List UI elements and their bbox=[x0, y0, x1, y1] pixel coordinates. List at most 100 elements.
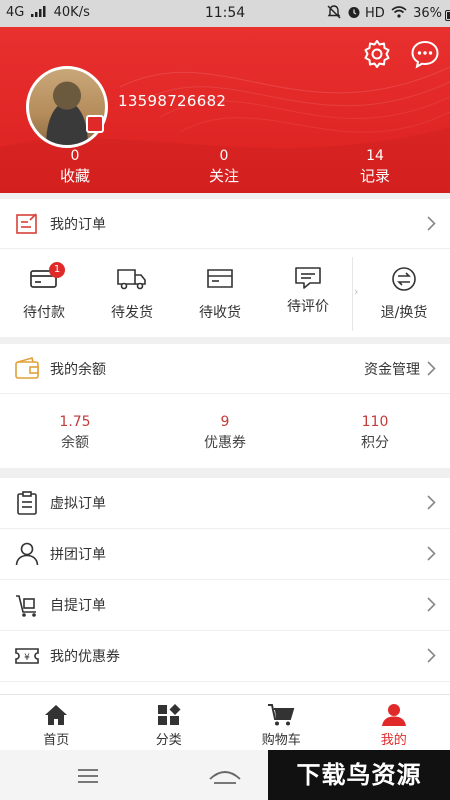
tab-label: 购物车 bbox=[261, 733, 301, 748]
message-icon[interactable] bbox=[410, 39, 440, 69]
menu-item-virtual-orders[interactable]: 虚拟订单 bbox=[0, 478, 450, 529]
stat-value: 14 bbox=[366, 148, 384, 164]
menu-item-group-orders[interactable]: 拼团订单 bbox=[0, 529, 450, 580]
chevron-right-icon bbox=[427, 495, 436, 510]
order-edit-icon bbox=[16, 213, 37, 234]
network-speed: 40K/s bbox=[53, 5, 90, 20]
clipboard-icon bbox=[17, 491, 37, 515]
pickup-cart-icon bbox=[16, 595, 36, 617]
my-balance-row[interactable]: 我的余额 资金管理 bbox=[0, 344, 450, 394]
order-status-label: 退/换货 bbox=[380, 305, 428, 321]
order-pending-shipment[interactable]: 待发货 bbox=[88, 249, 176, 337]
my-orders-row[interactable]: 我的订单 bbox=[0, 199, 450, 249]
battery-icon bbox=[445, 10, 450, 21]
tab-label: 分类 bbox=[155, 733, 182, 748]
truck-icon bbox=[117, 269, 146, 290]
order-status-label: 待评价 bbox=[287, 299, 329, 315]
coupon-count[interactable]: 9 优惠券 bbox=[150, 394, 300, 468]
menu-label: 自提订单 bbox=[50, 598, 106, 614]
chevron-right-icon bbox=[427, 216, 436, 231]
menu-label: 我的优惠券 bbox=[50, 649, 120, 665]
coupon-label: 优惠券 bbox=[204, 435, 246, 451]
tab-home[interactable]: 首页 bbox=[0, 695, 113, 750]
chevron-right-icon bbox=[427, 546, 436, 561]
stat-label: 记录 bbox=[359, 167, 390, 185]
user-phone: 13598726682 bbox=[118, 92, 227, 110]
clock: 11:54 bbox=[204, 5, 246, 21]
tab-label: 我的 bbox=[380, 733, 407, 748]
wallet-section: 我的余额 资金管理 1.75 余额 9 优惠券 110 积分 bbox=[0, 344, 450, 468]
hd-label: HD bbox=[365, 6, 385, 21]
tab-profile[interactable]: 我的 bbox=[338, 695, 450, 750]
stat-value: 0 bbox=[70, 148, 80, 164]
status-bar: 4G 40K/s 11:54 HD 36% bbox=[0, 0, 450, 27]
my-orders-label: 我的订单 bbox=[50, 217, 106, 233]
network-label: 4G bbox=[6, 5, 25, 20]
comment-icon bbox=[295, 267, 321, 289]
order-status-label: 待收货 bbox=[199, 305, 241, 321]
menu-list: 虚拟订单 拼团订单 自提订单 ¥ 我的优惠券 bbox=[0, 478, 450, 694]
stat-label: 关注 bbox=[208, 167, 239, 185]
tab-cart[interactable]: 购物车 bbox=[225, 695, 338, 750]
svg-text:¥: ¥ bbox=[24, 653, 30, 663]
stat-following[interactable]: 0 关注 bbox=[174, 147, 274, 187]
chevron-right-icon bbox=[427, 597, 436, 612]
coupon-icon: ¥ bbox=[15, 648, 39, 664]
menu-label: 虚拟订单 bbox=[50, 496, 106, 512]
menu-item-my-coupons[interactable]: ¥ 我的优惠券 bbox=[0, 631, 450, 682]
order-status-strip: 1 待付款 待发货 待收货 待评价 › 退/换货 bbox=[0, 249, 450, 337]
package-icon bbox=[207, 269, 233, 288]
scroll-hint-icon: › bbox=[354, 285, 359, 298]
order-status-label: 待发货 bbox=[111, 305, 153, 321]
bottom-tab-bar: 首页 分类 购物车 我的 bbox=[0, 694, 450, 750]
order-pending-review[interactable]: 待评价 bbox=[264, 249, 352, 337]
home-icon bbox=[45, 705, 68, 725]
mute-bell-icon bbox=[327, 5, 341, 19]
menu-label: 拼团订单 bbox=[50, 547, 106, 563]
order-pending-receipt[interactable]: 待收货 bbox=[176, 249, 264, 337]
alarm-icon bbox=[348, 7, 360, 18]
app-screen: 4G 40K/s 11:54 HD 36% 13598726682 0 收藏 0… bbox=[0, 0, 450, 800]
profile-icon bbox=[381, 704, 406, 726]
balance-amount[interactable]: 1.75 余额 bbox=[0, 394, 150, 468]
chevron-right-icon bbox=[427, 361, 436, 376]
stat-label: 收藏 bbox=[59, 167, 90, 185]
user-icon bbox=[15, 542, 39, 566]
stat-favorites[interactable]: 0 收藏 bbox=[25, 147, 125, 187]
menu-item-pickup-orders[interactable]: 自提订单 bbox=[0, 580, 450, 631]
order-pending-payment[interactable]: 1 待付款 bbox=[0, 249, 88, 337]
order-return-exchange[interactable]: 退/换货 bbox=[360, 249, 448, 337]
home-nav-icon[interactable] bbox=[208, 767, 242, 785]
order-status-label: 待付款 bbox=[23, 305, 65, 321]
wallet-icon bbox=[15, 357, 39, 379]
my-balance-label: 我的余额 bbox=[50, 362, 106, 378]
gear-icon[interactable] bbox=[362, 39, 392, 69]
strip-divider bbox=[352, 257, 353, 331]
order-count-badge: 1 bbox=[49, 262, 65, 278]
battery-percent: 36% bbox=[413, 6, 442, 21]
avatar[interactable] bbox=[26, 66, 108, 148]
member-badge-icon bbox=[86, 115, 104, 133]
exchange-icon bbox=[392, 267, 416, 291]
tab-category[interactable]: 分类 bbox=[113, 695, 226, 750]
tab-label: 首页 bbox=[43, 733, 70, 748]
stat-value: 0 bbox=[219, 148, 229, 164]
cart-icon bbox=[268, 704, 295, 726]
category-icon bbox=[157, 704, 181, 725]
watermark-logo: 下载鸟资源 bbox=[268, 750, 450, 800]
balance-value: 1.75 bbox=[59, 414, 91, 430]
points-label: 积分 bbox=[361, 435, 389, 451]
wifi-icon bbox=[391, 6, 407, 18]
chevron-right-icon bbox=[427, 648, 436, 663]
points-value: 110 bbox=[361, 414, 389, 430]
menu-icon[interactable] bbox=[76, 768, 100, 784]
points-count[interactable]: 110 积分 bbox=[300, 394, 450, 468]
balance-label: 余额 bbox=[61, 435, 89, 451]
balance-strip: 1.75 余额 9 优惠券 110 积分 bbox=[0, 394, 450, 468]
stat-records[interactable]: 14 记录 bbox=[325, 147, 425, 187]
fund-management-link[interactable]: 资金管理 bbox=[364, 359, 420, 379]
orders-section: 我的订单 1 待付款 待发货 待收货 待评价 › 退/换货 bbox=[0, 199, 450, 337]
coupon-value: 9 bbox=[220, 414, 230, 430]
signal-icon bbox=[30, 6, 45, 17]
profile-header: 13598726682 0 收藏 0 关注 14 记录 bbox=[0, 27, 450, 193]
